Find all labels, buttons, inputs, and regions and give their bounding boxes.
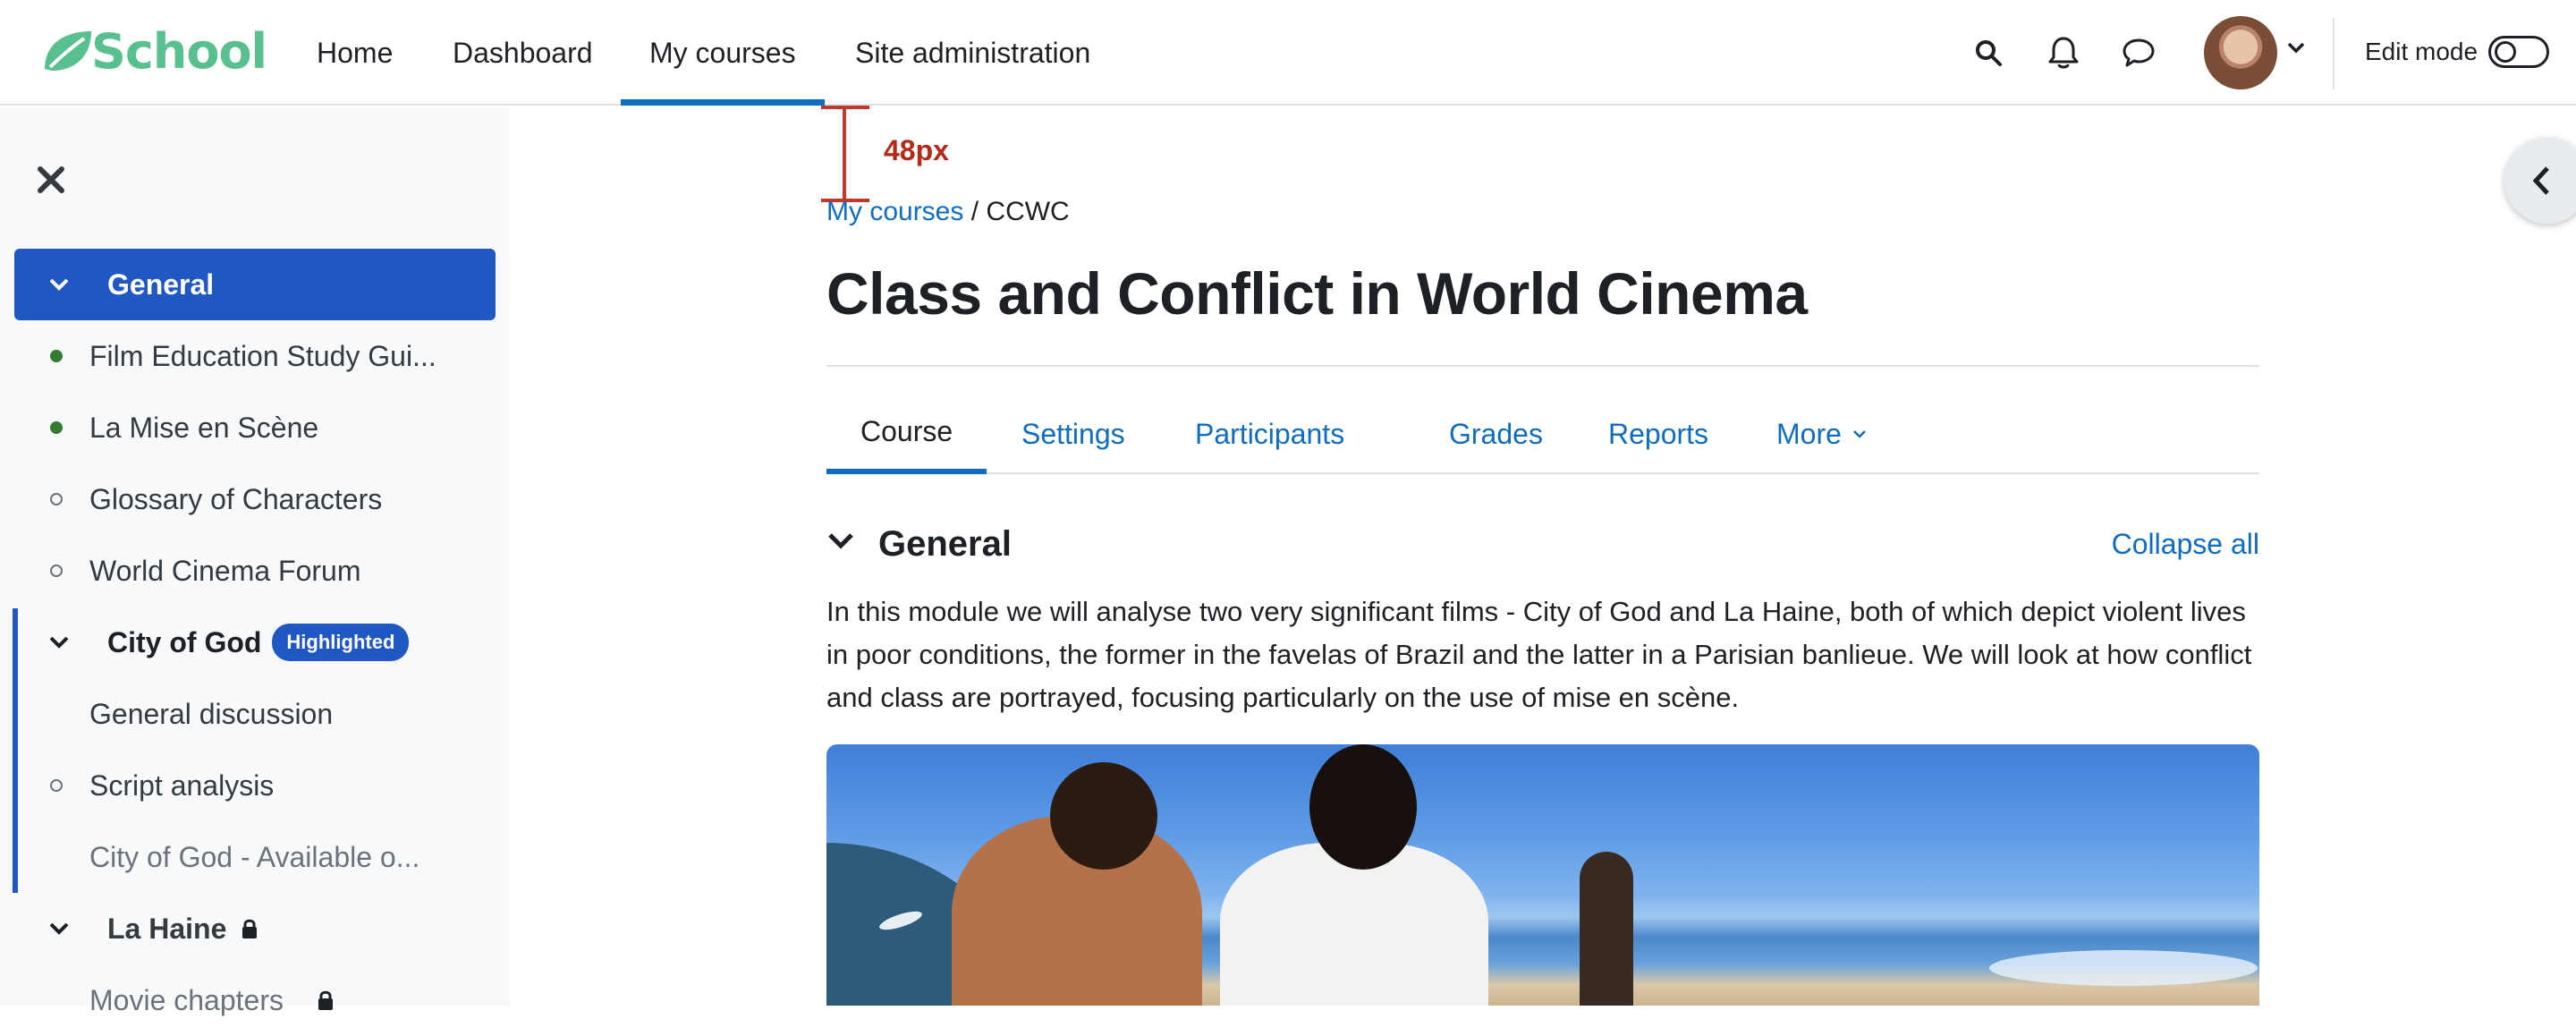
breadcrumb-separator: / [970,197,979,226]
chevron-down-icon[interactable] [2286,41,2306,54]
nav-site-administration[interactable]: Site administration [826,0,1119,106]
nav-dashboard[interactable]: Dashboard [424,0,622,106]
tab-label: Grades [1449,417,1543,450]
title-divider [826,365,2259,367]
spacing-measure-cap-top [821,106,869,109]
breadcrumb-current: CCWC [986,197,1070,226]
top-navbar: School Home Dashboard My courses Site ad… [0,0,2576,106]
drawer-item-label: General discussion [89,697,334,730]
drawer-item-label: La Mise en Scène [89,411,319,444]
completion-todo-icon [50,565,63,577]
drawer-item[interactable]: Film Education Study Gui... [0,320,501,392]
drawer-item-label: Movie chapters [89,983,284,1016]
tab-reports[interactable]: Reports [1574,394,1742,474]
nav-home[interactable]: Home [288,0,421,106]
search-icon[interactable] [1968,32,2009,73]
tab-participants[interactable]: Participants [1161,394,1378,474]
edit-mode-label: Edit mode [2365,38,2479,65]
section-title: General [878,524,1012,564]
drawer-item-label: City of God - Available o... [89,840,420,873]
right-drawer-toggle[interactable] [2504,138,2576,224]
tab-more[interactable]: More [1742,394,1901,474]
completion-done-icon [50,350,63,362]
course-tabs: Course Settings Participants Grades Repo… [826,394,2259,474]
lock-icon [241,918,258,939]
completion-todo-icon [50,779,63,792]
nav-my-courses[interactable]: My courses [621,0,825,106]
highlighted-badge: Highlighted [272,624,410,661]
drawer-section-city-of-god[interactable]: City of God Highlighted [14,607,496,678]
drawer-item[interactable]: General discussion [0,678,501,750]
drawer-item-label: World Cinema Forum [89,554,361,587]
nav-my-courses-label: My courses [649,36,796,69]
lock-icon [317,989,335,1011]
leaf-logo-icon [45,31,91,71]
tab-settings[interactable]: Settings [987,394,1159,474]
tab-course[interactable]: Course [826,394,987,474]
drawer-item[interactable]: City of God - Available o... [0,821,501,893]
chat-icon[interactable] [2118,32,2159,73]
course-section-general: General Collapse all [826,519,2259,569]
drawer-item[interactable]: World Cinema Forum [0,535,501,607]
close-icon[interactable] [36,165,66,195]
site-logo[interactable]: School [41,22,267,80]
nav-dashboard-label: Dashboard [453,36,593,69]
chevron-down-icon[interactable] [48,635,80,650]
tab-label: Course [860,414,953,447]
spacing-measure-label: 48px [884,134,949,166]
tab-label: Participants [1195,417,1345,450]
drawer-section-general[interactable]: General [14,249,496,320]
bell-icon[interactable] [2043,32,2084,73]
drawer-section-label: La Haine [107,912,227,945]
user-avatar[interactable] [2204,16,2277,89]
edit-mode-toggle[interactable] [2488,36,2549,68]
spacing-measure-line [843,107,846,202]
drawer-item[interactable]: Movie chapters [0,964,501,1036]
chevron-down-icon[interactable] [826,531,855,551]
image-person-3 [1580,852,1633,1006]
drawer-item-label: Script analysis [89,769,275,802]
drawer-item[interactable]: Glossary of Characters [0,463,501,535]
drawer-item-label: Glossary of Characters [89,482,383,515]
drawer-section-label: City of God [107,625,262,658]
breadcrumb-link-my-courses[interactable]: My courses [826,197,963,226]
collapse-all-link[interactable]: Collapse all [2112,528,2259,561]
course-hero-image [826,744,2259,1006]
tab-label: Reports [1608,417,1709,450]
image-person-2-head [1309,744,1417,870]
section-summary: In this module we will analyse two very … [826,596,2252,713]
logo-text: School [91,22,267,80]
tab-grades[interactable]: Grades [1415,394,1577,474]
tab-label: Settings [1021,417,1125,450]
drawer-section-label: General [107,267,215,301]
image-wave [1989,950,2258,986]
drawer-section-la-haine[interactable]: La Haine [14,893,496,964]
breadcrumb: My courses / CCWC [826,197,1070,227]
image-person-1-head [1050,762,1157,870]
tab-label: More [1776,417,1842,450]
chevron-left-icon [2532,166,2549,195]
drawer-item[interactable]: Script analysis [0,750,501,821]
drawer-item[interactable]: La Mise en Scène [0,392,501,463]
completion-todo-icon [50,493,63,505]
drawer-item-label: Film Education Study Gui... [89,339,436,372]
toggle-knob [2495,41,2516,63]
nav-home-label: Home [317,36,394,69]
chevron-down-icon[interactable] [48,277,80,292]
nav-site-administration-label: Site administration [855,36,1091,69]
chevron-down-icon[interactable] [48,921,80,936]
navbar-divider [2333,18,2334,89]
page-title: Class and Conflict in World Cinema [826,260,1808,327]
chevron-down-icon [1852,429,1867,438]
completion-done-icon [50,421,63,434]
